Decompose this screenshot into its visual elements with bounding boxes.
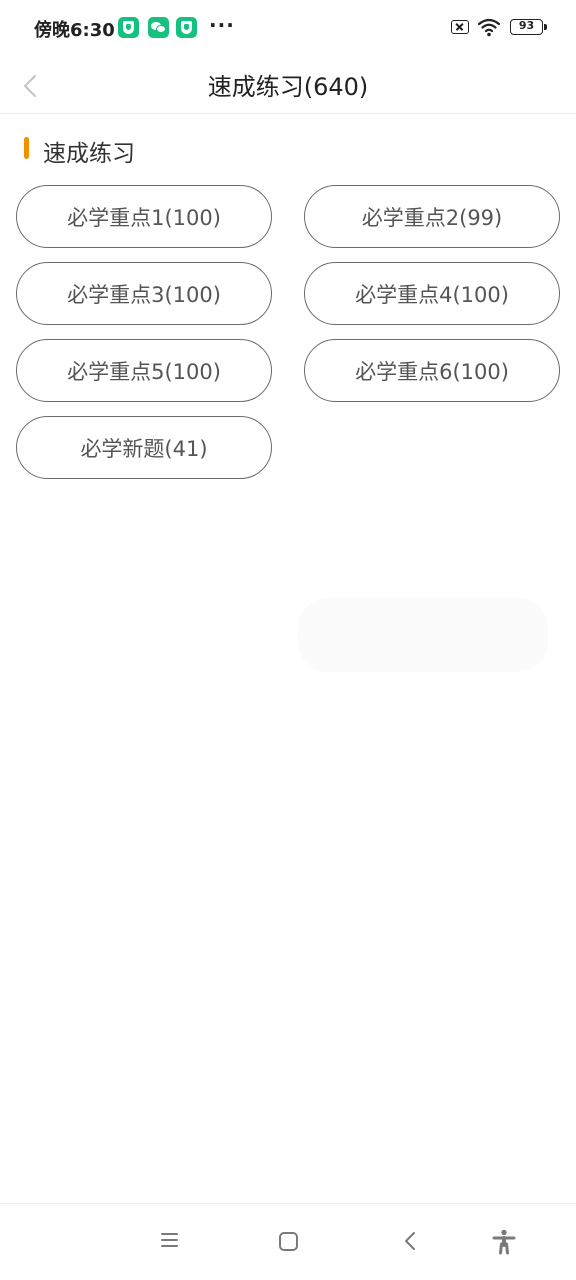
section-title: 速成练习 (43, 141, 135, 167)
practice-option-button[interactable]: 必学重点1(100) (16, 185, 272, 248)
shield-app-icon (176, 17, 197, 38)
faint-background-shape (298, 598, 548, 672)
accessibility-icon[interactable] (491, 1228, 521, 1258)
practice-option-button[interactable]: 必学重点3(100) (16, 262, 272, 325)
more-notifications-icon: ··· (209, 13, 235, 37)
practice-option-button[interactable]: 必学重点6(100) (304, 339, 560, 402)
status-time: 傍晚6:30 (34, 20, 115, 41)
shield-app-icon (118, 17, 139, 38)
battery-level: 93 (518, 19, 535, 32)
menu-icon[interactable] (157, 1228, 187, 1258)
status-bar: 傍晚6:30 ··· 93 (0, 0, 576, 56)
practice-option-button[interactable]: 必学重点2(99) (304, 185, 560, 248)
wechat-icon (148, 17, 169, 38)
back-icon[interactable] (398, 1228, 428, 1258)
practice-option-button[interactable]: 必学重点5(100) (16, 339, 272, 402)
page-title: 速成练习(640) (207, 73, 369, 101)
sim-x-icon (451, 20, 469, 34)
section-accent-bar (24, 137, 29, 159)
nav-bar: 速成练习(640) (0, 56, 576, 114)
practice-option-button[interactable]: 必学新题(41) (16, 416, 272, 479)
battery-icon: 93 (510, 19, 547, 35)
wifi-icon (477, 17, 501, 37)
system-navigation-bar (0, 1203, 576, 1280)
home-icon[interactable] (275, 1228, 305, 1258)
practice-option-button[interactable]: 必学重点4(100) (304, 262, 560, 325)
